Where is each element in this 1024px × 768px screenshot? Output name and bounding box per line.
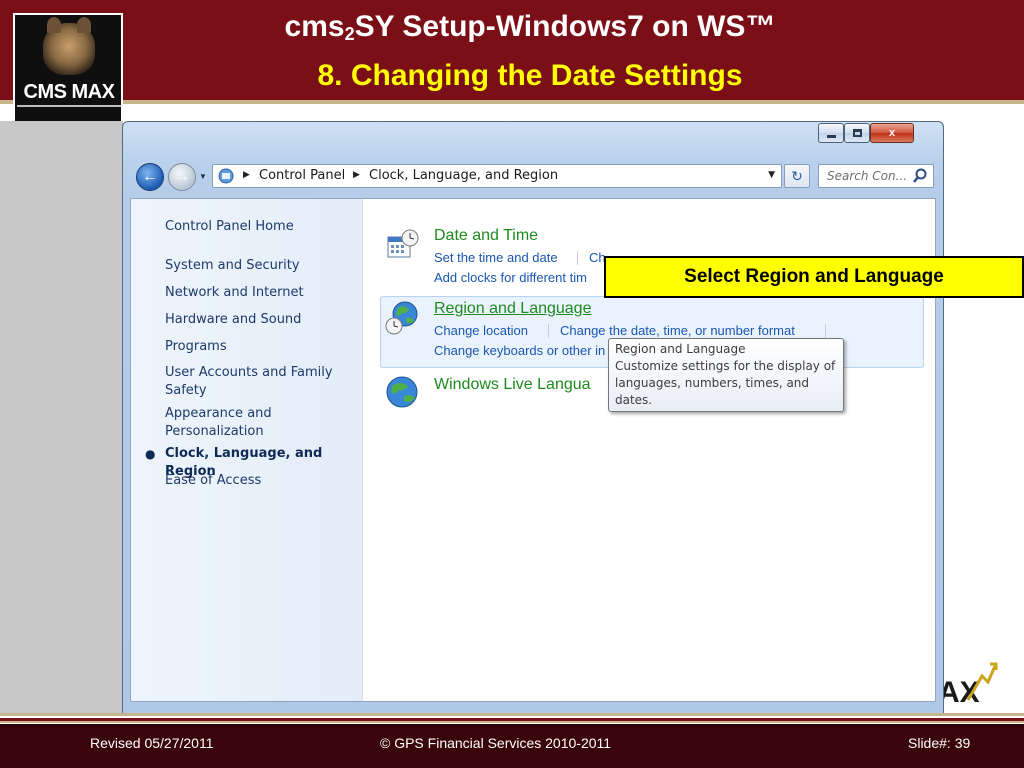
refresh-button[interactable]: ↻ [784, 164, 810, 188]
search-icon[interactable] [912, 168, 928, 184]
tooltip-title: Region and Language [615, 342, 746, 356]
minimize-button[interactable] [818, 123, 844, 143]
link-change-keyboards[interactable]: Change keyboards or other in [434, 343, 605, 358]
breadcrumb-control-panel[interactable]: Control Panel [259, 168, 345, 183]
search-placeholder: Search Con... [827, 169, 908, 183]
logo-underline [17, 105, 121, 107]
footer-revised-date: Revised 05/27/2011 [90, 735, 214, 751]
sidebar-item-programs[interactable]: Programs [165, 338, 357, 356]
back-button[interactable]: ← [136, 163, 164, 191]
control-panel-icon [218, 168, 234, 184]
left-decoration [0, 121, 123, 715]
footer-copyright: © GPS Financial Services 2010-2011 [380, 735, 612, 751]
link-add-clocks[interactable]: Add clocks for different tim [434, 270, 587, 285]
cougar-logo-icon [43, 17, 95, 75]
category-region-language[interactable]: Region and Language [434, 300, 591, 318]
search-input[interactable]: Search Con... [818, 164, 934, 188]
slide-title: cms2SY Setup-Windows7 on WS™ [284, 10, 776, 44]
minimize-icon [827, 135, 836, 138]
sidebar-item-ease-of-access[interactable]: Ease of Access [165, 472, 357, 490]
address-bar[interactable]: ▶ Control Panel ▶ Clock, Language, and R… [212, 164, 782, 188]
globe-clock-icon [385, 301, 418, 335]
logo-text: CMS MAX [23, 81, 115, 103]
watermark-logo-icon: AX [938, 662, 998, 708]
close-button[interactable]: x [870, 123, 914, 143]
slide-footer: Revised 05/27/2011 © GPS Financial Servi… [0, 727, 1024, 768]
recent-pages-dropdown-icon[interactable]: ▼ [199, 172, 207, 181]
forward-button[interactable]: → [168, 163, 196, 191]
link-change-location[interactable]: Change location [434, 323, 528, 338]
company-logo: CMS MAX [13, 13, 123, 123]
link-separator [548, 324, 549, 338]
sidebar-item-appearance[interactable]: Appearance and Personalization [165, 405, 305, 441]
sidebar-item-network-internet[interactable]: Network and Internet [165, 284, 357, 302]
address-separator-icon: ▶ [353, 170, 360, 180]
link-separator [825, 324, 826, 338]
tooltip-body: Customize settings for the display of la… [615, 359, 836, 407]
footer-slide-number: Slide#: 39 [908, 735, 971, 751]
link-change-date-time-number-format[interactable]: Change the date, time, or number format [560, 323, 795, 338]
address-dropdown-icon[interactable]: ▼ [768, 170, 775, 180]
breadcrumb-clock-language-region[interactable]: Clock, Language, and Region [369, 168, 558, 183]
region-language-tooltip: Region and Language Customize settings f… [608, 338, 844, 412]
sidebar-item-user-accounts[interactable]: User Accounts and Family Safety [165, 364, 335, 400]
globe-icon [386, 376, 418, 408]
instruction-callout: Select Region and Language [604, 256, 1024, 298]
sidebar-item-system-security[interactable]: System and Security [165, 257, 357, 275]
sidebar-item-control-panel-home[interactable]: Control Panel Home [165, 218, 357, 236]
category-windows-live-language[interactable]: Windows Live Langua [434, 376, 591, 394]
right-decoration [944, 121, 1024, 715]
maximize-icon [853, 129, 862, 137]
maximize-button[interactable] [844, 123, 870, 143]
sidebar-item-hardware-sound[interactable]: Hardware and Sound [165, 311, 357, 329]
current-item-bullet-icon: ● [145, 447, 156, 461]
slide-subtitle: 8. Changing the Date Settings [317, 59, 743, 92]
footer-divider [0, 713, 1024, 727]
link-set-time-date[interactable]: Set the time and date [434, 250, 558, 265]
address-separator-icon: ▶ [243, 170, 250, 180]
category-date-time[interactable]: Date and Time [434, 227, 538, 245]
sidebar: Control Panel Home System and Security N… [131, 199, 363, 701]
link-separator [577, 251, 578, 265]
header-divider [0, 100, 1024, 104]
calendar-clock-icon [387, 229, 419, 258]
window-controls: x [818, 123, 938, 145]
